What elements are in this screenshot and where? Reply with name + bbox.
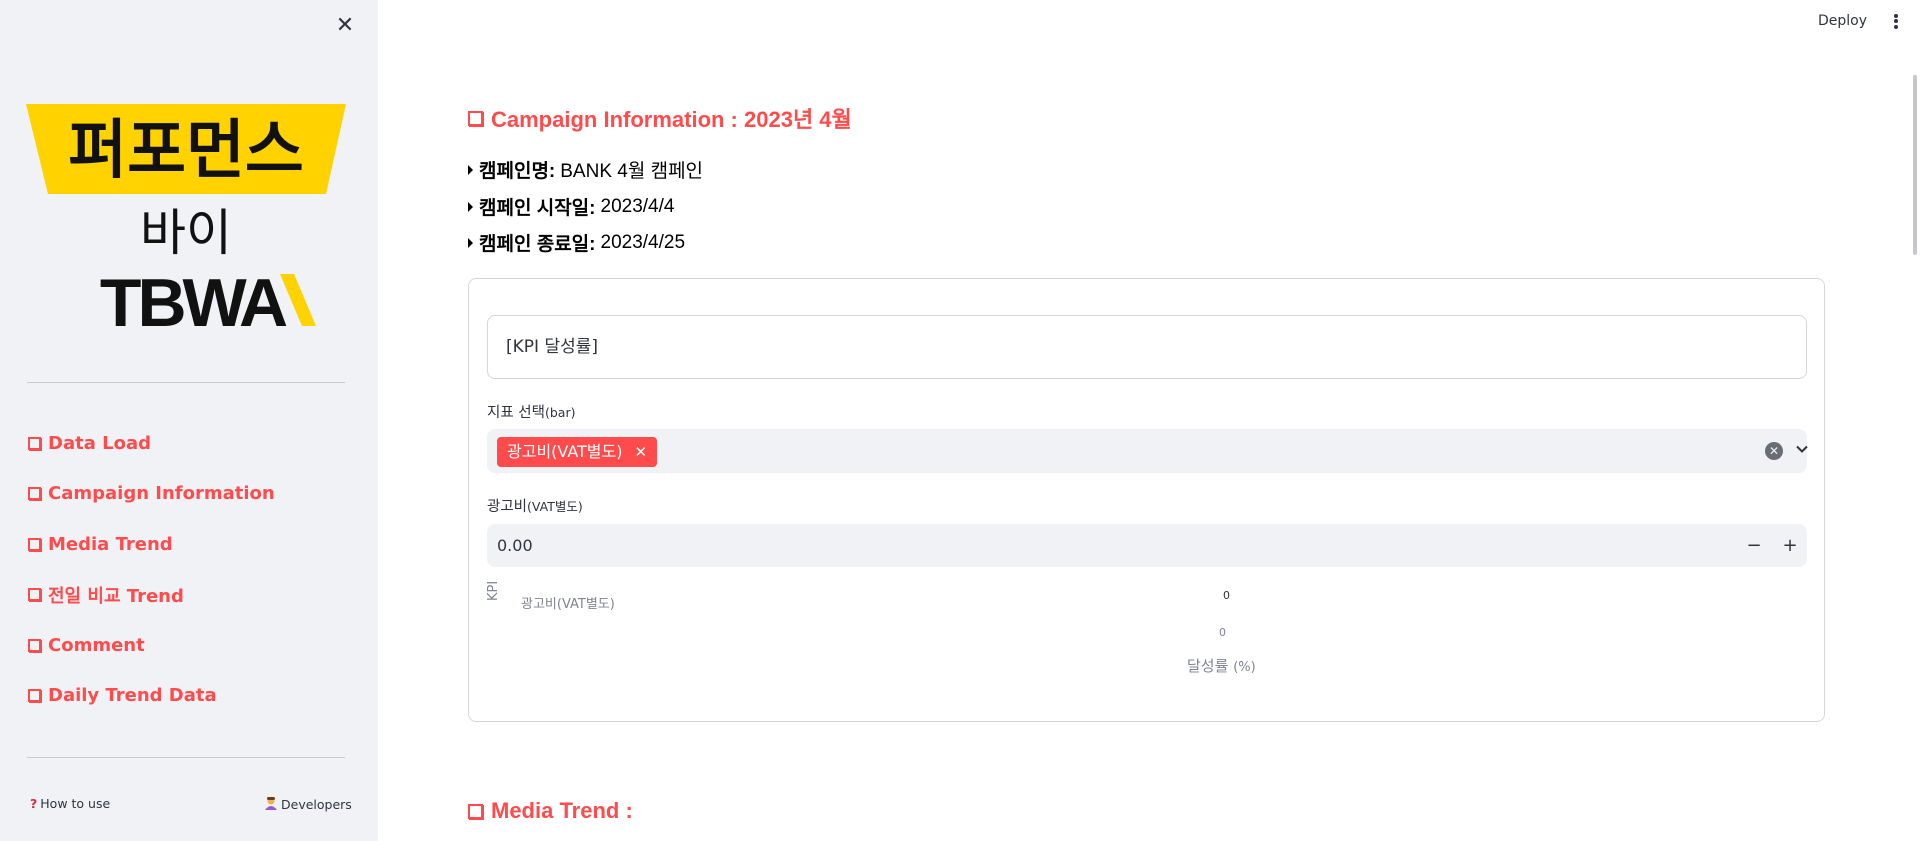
campaign-information-title: Campaign Information : 2023년 4월 <box>468 102 852 134</box>
kpi-card: [KPI 달성률] 지표 선택(bar) 광고비(VAT별도) ✕ ✕ 광고비(… <box>468 278 1825 722</box>
ad-cost-number-input[interactable]: 0.00 − + <box>487 524 1807 567</box>
bullet-triangle-icon <box>468 164 473 175</box>
bullet-triangle-icon <box>468 201 473 212</box>
chart-y-axis-label: KPI <box>486 580 501 601</box>
more-menu-icon[interactable] <box>1890 12 1902 32</box>
svg-text:TBWA: TBWA <box>100 265 287 334</box>
increment-button[interactable]: + <box>1773 524 1807 567</box>
checkbox-icon <box>28 638 41 652</box>
developers-link[interactable]: Developers <box>264 796 352 813</box>
checkbox-icon <box>28 487 41 501</box>
tbwa-logo: 퍼포먼스 바이 TBWA <box>26 104 346 334</box>
campaign-end-line: 캠페인 종료일: 2023/4/25 <box>468 229 685 256</box>
developer-person-icon <box>264 796 278 813</box>
nav-campaign-information[interactable]: Campaign Information <box>28 469 348 520</box>
media-trend-title: Media Trend : <box>468 798 633 824</box>
svg-text:퍼포먼스: 퍼포먼스 <box>68 114 304 188</box>
chart-x-axis-label: 달성률 (%) <box>1187 657 1256 675</box>
question-mark-icon: ? <box>30 796 38 811</box>
checkbox-icon <box>468 110 483 126</box>
nav-daily-compare-trend[interactable]: 전일 비교 Trend <box>28 570 348 621</box>
checkbox-icon <box>28 537 41 551</box>
scrollbar[interactable] <box>1913 75 1917 255</box>
number-input-label: 광고비(VAT별도) <box>487 499 583 515</box>
campaign-name-line: 캠페인명: BANK 4월 캠페인 <box>468 156 703 183</box>
metric-multiselect[interactable]: 광고비(VAT별도) ✕ ✕ <box>487 429 1808 473</box>
decrement-button[interactable]: − <box>1737 524 1771 567</box>
how-to-use-link[interactable]: ? How to use <box>30 796 110 811</box>
bullet-triangle-icon <box>468 237 473 248</box>
sidebar-divider-bottom <box>27 757 345 758</box>
nav-comment[interactable]: Comment <box>28 620 348 671</box>
svg-text:바이: 바이 <box>140 204 232 262</box>
selected-tag[interactable]: 광고비(VAT별도) ✕ <box>497 437 658 467</box>
sidebar-nav: Data Load Campaign Information Media Tre… <box>28 418 348 721</box>
clear-all-icon[interactable]: ✕ <box>1765 442 1783 460</box>
campaign-start-line: 캠페인 시작일: 2023/4/4 <box>468 193 674 220</box>
kpi-header-box: [KPI 달성률] <box>487 315 1807 379</box>
checkbox-icon <box>28 588 41 602</box>
deploy-button[interactable]: Deploy <box>1818 13 1867 29</box>
checkbox-icon <box>28 436 41 450</box>
nav-daily-trend-data[interactable]: Daily Trend Data <box>28 671 348 722</box>
chart-category-label: 광고비(VAT별도) <box>521 597 615 612</box>
close-sidebar-icon[interactable]: ✕ <box>333 14 357 38</box>
checkbox-icon <box>468 803 483 819</box>
sidebar: ✕ 퍼포먼스 바이 TBWA Data Load Campaign Inform… <box>0 0 378 841</box>
chart-bar-data-label: 0 <box>1221 589 1232 602</box>
select-label: 지표 선택(bar) <box>487 405 576 421</box>
nav-media-trend[interactable]: Media Trend <box>28 519 348 570</box>
remove-tag-icon[interactable]: ✕ <box>634 437 647 467</box>
nav-data-load[interactable]: Data Load <box>28 418 348 469</box>
checkbox-icon <box>28 689 41 703</box>
chevron-down-icon[interactable] <box>1793 440 1811 458</box>
sidebar-divider-top <box>27 382 345 383</box>
chart-x-tick: 0 <box>1219 626 1226 639</box>
